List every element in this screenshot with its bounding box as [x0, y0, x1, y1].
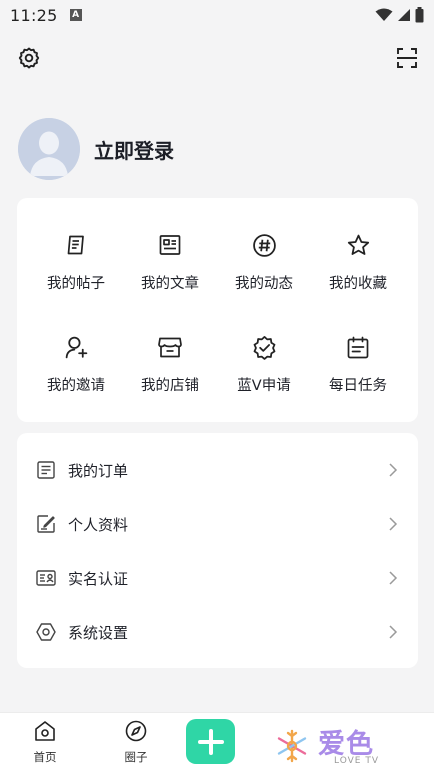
invite-user-icon	[63, 334, 89, 360]
nav-circle[interactable]: 圈子	[106, 719, 166, 765]
nav-circle-label: 圈子	[124, 750, 148, 764]
list-item-personal-info[interactable]: 个人资料	[17, 497, 418, 551]
grid-item-daily-tasks[interactable]: 每日任务	[311, 334, 405, 395]
grid-item-label: 每日任务	[329, 378, 387, 394]
list-item-system-settings[interactable]: 系统设置	[17, 605, 418, 659]
chevron-right-icon	[389, 625, 398, 639]
plus-icon	[197, 728, 224, 755]
calendar-icon	[345, 334, 371, 360]
nav-home-label: 首页	[33, 750, 57, 764]
posts-icon	[63, 232, 89, 258]
nav-home[interactable]: 首页	[15, 719, 75, 765]
scan-button[interactable]	[394, 45, 420, 71]
id-card-icon	[36, 568, 56, 588]
grid-item-label: 我的帖子	[47, 276, 105, 292]
grid-item-label: 蓝V申请	[237, 378, 291, 394]
grid-item-my-updates[interactable]: 我的动态	[217, 232, 311, 293]
hashtag-icon	[251, 232, 277, 258]
star-icon	[345, 232, 371, 258]
home-icon	[33, 719, 57, 743]
status-left: 11:25 A	[10, 6, 82, 25]
status-bar: 11:25 A	[0, 0, 434, 30]
signal-icon	[398, 9, 410, 21]
article-icon	[157, 232, 183, 258]
grid-item-my-articles[interactable]: 我的文章	[123, 232, 217, 293]
scan-icon	[397, 48, 417, 68]
snowflake-logo-icon	[277, 729, 307, 763]
grid-item-label: 我的收藏	[329, 276, 387, 292]
watermark-subtext: LOVE TV	[334, 756, 379, 766]
compass-icon	[124, 719, 148, 743]
list-item-label: 我的订单	[68, 461, 129, 480]
wifi-icon	[375, 8, 393, 21]
login-link[interactable]: 立即登录	[94, 135, 174, 164]
add-post-button[interactable]	[186, 719, 235, 764]
list-item-label: 实名认证	[68, 569, 129, 588]
profile-header[interactable]: 立即登录	[18, 118, 174, 180]
avatar[interactable]	[18, 118, 80, 180]
grid-item-my-invites[interactable]: 我的邀请	[29, 334, 123, 395]
default-avatar-icon	[18, 118, 80, 180]
watermark: 爱色 LOVE TV	[274, 722, 404, 771]
edit-profile-icon	[36, 514, 56, 534]
grid-item-my-store[interactable]: 我的店铺	[123, 334, 217, 395]
status-icons	[375, 7, 424, 23]
gear-icon	[18, 47, 40, 69]
list-item-label: 个人资料	[68, 515, 129, 534]
grid-item-blue-v-apply[interactable]: 蓝V申请	[217, 334, 311, 395]
hexagon-settings-icon	[36, 622, 56, 642]
list-item-label: 系统设置	[68, 623, 129, 642]
grid-item-label: 我的邀请	[47, 378, 105, 394]
chevron-right-icon	[389, 571, 398, 585]
battery-icon	[415, 7, 424, 23]
menu-list-card: 我的订单 个人资料 实名认证 系统设置	[17, 433, 418, 668]
verified-badge-icon	[251, 334, 277, 360]
store-icon	[157, 334, 183, 360]
list-item-my-orders[interactable]: 我的订单	[17, 443, 418, 497]
order-icon	[36, 460, 56, 480]
status-time: 11:25	[10, 5, 58, 25]
grid-item-label: 我的文章	[141, 276, 199, 292]
notification-icon: A	[69, 9, 82, 21]
chevron-right-icon	[389, 517, 398, 531]
list-item-real-name-verification[interactable]: 实名认证	[17, 551, 418, 605]
grid-item-my-favorites[interactable]: 我的收藏	[311, 232, 405, 293]
feature-grid-card: 我的帖子 我的文章 我的动态 我的收藏 我的邀请 我的店铺 蓝V申请 每日任务	[17, 198, 418, 422]
settings-button[interactable]	[16, 45, 42, 71]
grid-item-my-posts[interactable]: 我的帖子	[29, 232, 123, 293]
grid-item-label: 我的动态	[235, 276, 293, 292]
grid-item-label: 我的店铺	[141, 378, 199, 394]
chevron-right-icon	[389, 463, 398, 477]
feature-grid: 我的帖子 我的文章 我的动态 我的收藏 我的邀请 我的店铺 蓝V申请 每日任务	[17, 198, 418, 422]
